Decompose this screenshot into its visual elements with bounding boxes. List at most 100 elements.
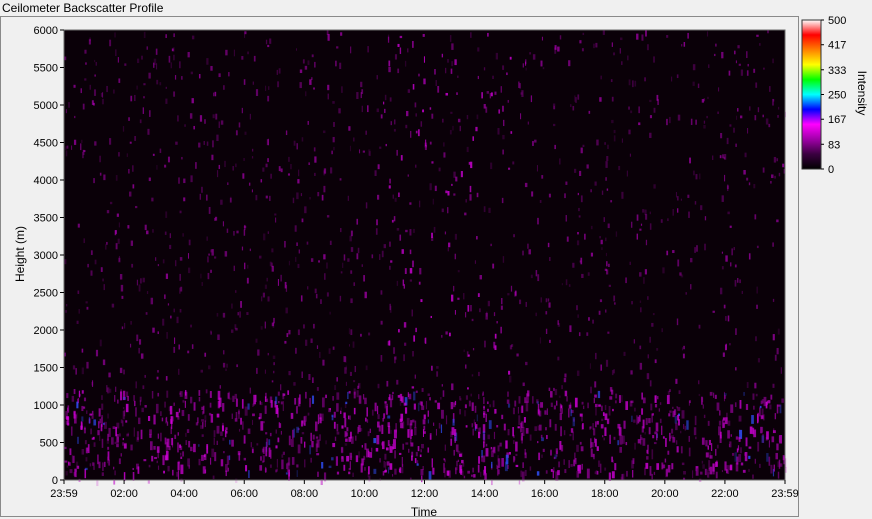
heatmap-cell [483,442,486,448]
heatmap-cell [503,423,506,431]
heatmap-cell [633,419,636,423]
heatmap-cell [661,425,663,436]
heatmap-cell [87,263,89,268]
heatmap-cell [395,423,398,433]
heatmap-cell [317,471,319,477]
heatmap-cell [200,273,202,279]
heatmap-cell [594,438,597,447]
heatmap-cell [723,304,726,309]
heatmap-cell [416,463,419,466]
heatmap-cell [672,209,674,216]
heatmap-cell [672,406,674,409]
heatmap-cell [628,106,630,110]
heatmap-cell [290,163,292,170]
heatmap-cell [255,194,258,201]
heatmap-cell [731,452,735,456]
heatmap-cell [451,383,454,391]
heatmap-cell [608,284,611,287]
heatmap-cell [520,421,524,428]
heatmap-cell [709,455,713,459]
heatmap-cell [529,466,532,471]
heatmap-cell [233,265,235,272]
heatmap-cell [292,197,295,204]
heatmap-cell [103,421,107,429]
heatmap-cell [149,434,152,438]
heatmap-cell [540,434,543,438]
heatmap-cell [321,194,324,201]
heatmap-cell [604,427,607,437]
y-tick-label: 0 [52,475,58,487]
heatmap-cell [564,373,567,378]
heatmap-cell [294,225,297,232]
heatmap-cell [485,448,489,457]
heatmap-cell [588,317,590,321]
heatmap-cell [332,442,336,448]
heatmap-cell [120,391,123,401]
heatmap-cell [763,414,765,421]
heatmap-cell [344,356,347,363]
heatmap-cell [277,437,280,443]
heatmap-cell [554,47,557,54]
heatmap-cell [445,331,448,335]
heatmap-cell [390,429,392,434]
heatmap-cell [262,292,265,298]
heatmap-cell [737,108,739,112]
heatmap-cell [434,69,436,75]
heatmap-cell [265,163,268,168]
heatmap-cell [302,59,305,64]
heatmap-cell [754,115,757,121]
heatmap-cell [540,297,542,303]
heatmap-cell [284,340,287,344]
heatmap-cell [479,275,482,280]
heatmap-cell [727,184,729,192]
heatmap-cell [749,426,753,434]
heatmap-cell [225,464,228,472]
heatmap-cell [671,428,674,434]
heatmap-cell [545,298,548,303]
heatmap-cell [515,464,519,468]
heatmap-cell [413,335,416,342]
heatmap-cell [280,401,283,405]
heatmap-cell [279,423,282,428]
heatmap-cell [712,470,715,475]
heatmap-cell [613,52,616,56]
heatmap-cell [126,153,128,157]
heatmap-cell [735,367,737,371]
heatmap-cell [333,411,336,418]
heatmap-cell [587,272,590,276]
heatmap-cell [128,168,130,174]
heatmap-cell [453,449,455,456]
heatmap-cell [332,346,335,350]
heatmap-cell [402,443,405,450]
heatmap-cell [733,247,735,251]
heatmap-cell [175,260,177,267]
heatmap-cell [269,195,271,202]
heatmap-cell [693,427,697,436]
heatmap-cell [334,436,337,441]
heatmap-cell [680,198,683,201]
heatmap-cell [745,437,748,447]
heatmap-cell [507,293,510,296]
heatmap-cell [244,131,247,135]
heatmap-cell [654,431,656,435]
heatmap-cell [136,334,139,342]
heatmap-cell [345,365,347,370]
heatmap-cell [581,416,583,422]
heatmap-cell [428,471,432,480]
heatmap-cell [74,115,76,119]
heatmap-cell [545,328,548,334]
heatmap-cell [277,279,280,286]
heatmap-cell [152,153,155,156]
heatmap-cell [593,43,595,49]
heatmap-cell [281,459,284,470]
heatmap-cell [734,279,737,287]
heatmap-cell [420,299,423,303]
heatmap-cell [550,469,553,472]
heatmap-cell [528,249,531,255]
heatmap-cell [686,420,689,430]
heatmap-cell [538,452,541,461]
heatmap-cell [167,465,170,472]
heatmap-cell [455,466,458,471]
heatmap-cell [649,132,652,139]
heatmap-cell [188,239,191,246]
